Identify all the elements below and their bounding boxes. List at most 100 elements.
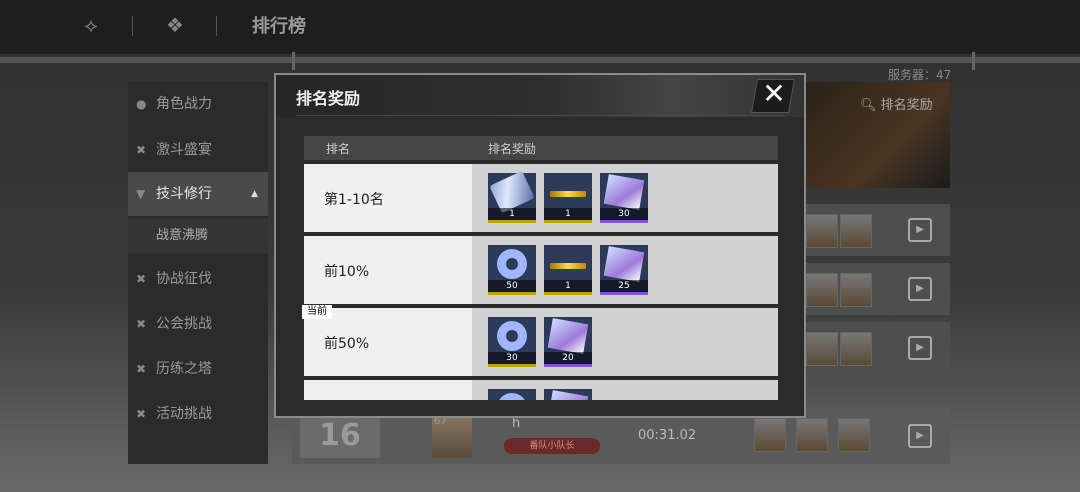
rank-reward-link-label: 排名奖励 bbox=[880, 98, 933, 113]
rank-label: 第1-10名 bbox=[324, 192, 384, 208]
sidebar-item-label: 活动挑战 bbox=[156, 406, 212, 422]
sidebar-item-feast[interactable]: ✖ 激斗盛宴 bbox=[128, 128, 268, 172]
sidebar-item-event[interactable]: ✖ 活动挑战 bbox=[128, 392, 268, 436]
sidebar-item-power[interactable]: ● 角色战力 bbox=[128, 82, 268, 126]
ring-icon[interactable]: 30 bbox=[488, 317, 536, 367]
reward-list[interactable]: 第1-10名 1 1 30 前10% 50 1 25 前50% 30 20 bbox=[304, 164, 778, 400]
rank-cell: 前10% bbox=[304, 236, 472, 304]
rank-label: 前50% bbox=[324, 336, 370, 352]
item-count: 30 bbox=[600, 208, 648, 220]
avatar bbox=[806, 273, 838, 307]
avatar bbox=[840, 332, 872, 366]
table-header: 排名 排名奖励 bbox=[304, 136, 778, 160]
caret-up-icon: ▲ bbox=[251, 189, 258, 199]
rail-tick bbox=[292, 52, 295, 70]
rank-cell: 第1-10名 bbox=[304, 164, 472, 232]
map-crystal-icon[interactable]: 25 bbox=[600, 245, 648, 295]
map-crystal-art bbox=[547, 318, 589, 354]
avatar bbox=[840, 273, 872, 307]
server-label: 服务器：47 bbox=[888, 68, 952, 82]
ticket-icon[interactable]: 1 bbox=[488, 170, 536, 223]
crossed-swords-icon: ✖ bbox=[136, 362, 147, 376]
rank-reward-link[interactable]: 🔍︎ 排名奖励 bbox=[860, 94, 933, 113]
sidebar-item-tower[interactable]: ✖ 历练之塔 bbox=[128, 347, 268, 391]
rank-cell bbox=[304, 380, 472, 400]
fox-icon: ▼ bbox=[136, 187, 146, 201]
column-header-reward: 排名奖励 bbox=[488, 142, 537, 156]
menu-diamond-icon[interactable]: ❖ bbox=[164, 14, 186, 36]
column-header-rank: 排名 bbox=[326, 142, 351, 156]
map-crystal-art bbox=[547, 390, 589, 400]
item-count: 50 bbox=[488, 280, 536, 292]
item-count: 25 bbox=[600, 280, 648, 292]
leaderboard-right-panel: 🔍︎ 排名奖励 ▶ ▶ ▶ bbox=[806, 82, 950, 464]
sidebar-item-guild[interactable]: ✖ 公会挑战 bbox=[128, 302, 268, 346]
rail-tick bbox=[972, 52, 975, 70]
leaderboard-row[interactable]: ▶ bbox=[806, 204, 950, 256]
top-bar: ⟡ ❖ 排行榜 bbox=[0, 0, 1080, 54]
replay-icon[interactable]: ▶ bbox=[908, 424, 932, 448]
close-icon[interactable]: ✕ bbox=[759, 77, 789, 111]
home-logo-icon[interactable]: ⟡ bbox=[80, 14, 102, 36]
replay-icon[interactable]: ▶ bbox=[908, 336, 932, 360]
current-rank-tag: 当前 bbox=[302, 305, 332, 319]
avatar bbox=[796, 418, 828, 452]
table-row: 前10% 50 1 25 bbox=[304, 236, 778, 304]
table-row: 第1-10名 1 1 30 bbox=[304, 164, 778, 232]
page-title: 排行榜 bbox=[252, 16, 306, 37]
crossed-swords-icon: ✖ bbox=[136, 272, 147, 286]
gold-bar-icon[interactable]: 1 bbox=[544, 245, 592, 295]
divider bbox=[296, 115, 784, 116]
table-row bbox=[304, 380, 778, 400]
ring-art bbox=[497, 393, 527, 400]
my-rank-number: 16 bbox=[300, 414, 380, 458]
sidebar-item-label: 角色战力 bbox=[156, 96, 212, 112]
sidebar: ● 角色战力 ✖ 激斗盛宴 ▼ 技斗修行 ▲ 战意沸腾 ✖ 协战征伐 ✖ 公会挑… bbox=[128, 82, 268, 464]
item-count: 30 bbox=[488, 352, 536, 364]
sidebar-item-coop[interactable]: ✖ 协战征伐 bbox=[128, 257, 268, 301]
divider bbox=[132, 16, 133, 36]
dialog-title: 排名奖励 bbox=[296, 89, 361, 108]
ring-icon[interactable] bbox=[488, 389, 536, 400]
player-name: h bbox=[512, 416, 521, 431]
gold-bar-art bbox=[550, 263, 586, 269]
ring-icon[interactable]: 50 bbox=[488, 245, 536, 295]
map-crystal-icon[interactable]: 30 bbox=[600, 173, 648, 223]
sidebar-subitem[interactable]: 战意沸腾 bbox=[128, 218, 268, 254]
crossed-swords-icon: ✖ bbox=[136, 143, 147, 157]
map-crystal-art bbox=[603, 174, 645, 210]
rank-label: 前10% bbox=[324, 264, 370, 280]
sidebar-item-label: 技斗修行 bbox=[156, 186, 212, 202]
gold-bar-icon[interactable]: 1 bbox=[544, 173, 592, 223]
item-count: 1 bbox=[488, 208, 536, 220]
leaderboard-row[interactable]: ▶ bbox=[806, 263, 950, 315]
leaderboard-row[interactable]: ▶ bbox=[806, 322, 950, 374]
sidebar-item-label: 激斗盛宴 bbox=[156, 142, 212, 158]
search-icon: 🔍︎ bbox=[860, 98, 877, 113]
map-crystal-icon[interactable]: 20 bbox=[544, 317, 592, 367]
title-badge: 番队小队长 bbox=[504, 438, 600, 454]
avatar bbox=[754, 418, 786, 452]
avatar bbox=[838, 418, 870, 452]
ticket-art bbox=[489, 170, 535, 214]
replay-icon[interactable]: ▶ bbox=[908, 277, 932, 301]
map-crystal-icon[interactable] bbox=[544, 389, 592, 400]
person-icon: ● bbox=[136, 97, 147, 111]
item-count: 1 bbox=[544, 280, 592, 292]
divider bbox=[216, 16, 217, 36]
crossed-swords-icon: ✖ bbox=[136, 407, 147, 421]
replay-icon[interactable]: ▶ bbox=[908, 218, 932, 242]
progress-rail bbox=[0, 57, 1080, 63]
avatar bbox=[840, 214, 872, 248]
rank-reward-dialog: 排名奖励 ✕ 排名 排名奖励 第1-10名 1 1 30 前10% 50 1 2… bbox=[274, 73, 806, 418]
ring-art bbox=[497, 249, 527, 279]
table-row: 前50% 30 20 bbox=[304, 308, 778, 376]
item-count: 20 bbox=[544, 352, 592, 364]
sidebar-item-label: 公会挑战 bbox=[156, 316, 212, 332]
ring-art bbox=[497, 321, 527, 351]
sidebar-item-label: 历练之塔 bbox=[156, 361, 212, 377]
avatar bbox=[806, 332, 838, 366]
sidebar-item-training[interactable]: ▼ 技斗修行 ▲ bbox=[128, 172, 268, 216]
item-count: 1 bbox=[544, 208, 592, 220]
map-crystal-art bbox=[603, 246, 645, 282]
